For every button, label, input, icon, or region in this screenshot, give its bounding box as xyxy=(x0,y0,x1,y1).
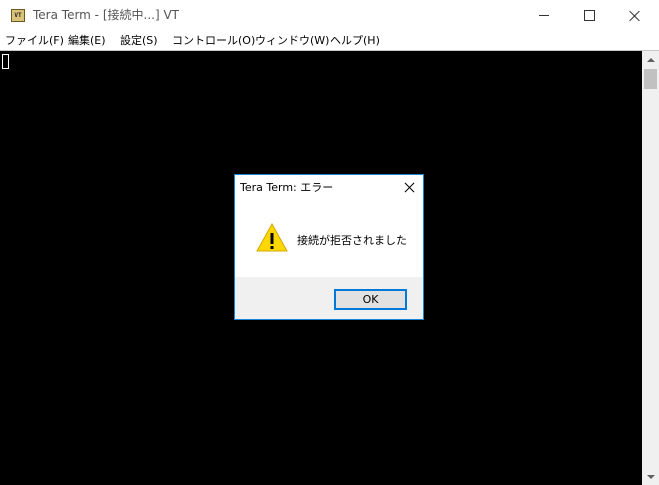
dialog-close-button[interactable] xyxy=(396,175,422,200)
menu-settings[interactable]: 設定(S) xyxy=(120,31,158,51)
scroll-thumb[interactable] xyxy=(644,69,657,89)
ok-button[interactable]: OK xyxy=(334,289,407,310)
menu-control[interactable]: コントロール(O) xyxy=(172,31,255,51)
dialog-message: 接続が拒否されました xyxy=(297,234,407,247)
close-window-button[interactable] xyxy=(612,0,658,31)
maximize-button[interactable] xyxy=(566,0,612,31)
vertical-scrollbar[interactable] xyxy=(642,51,659,485)
window-title: Tera Term - [接続中...] VT xyxy=(33,8,179,22)
scroll-down-button[interactable] xyxy=(642,468,659,485)
close-icon xyxy=(629,10,641,22)
arrow-up-icon xyxy=(646,57,655,62)
tera-term-window: VT Tera Term - [接続中...] VT ファイル(F) 編集(E)… xyxy=(0,0,659,485)
minimize-icon xyxy=(539,15,549,16)
maximize-icon xyxy=(583,10,595,21)
menu-bar: ファイル(F) 編集(E) 設定(S) コントロール(O) ウィンドウ(W) ヘ… xyxy=(0,31,659,51)
dialog-title: Tera Term: エラー xyxy=(240,181,334,194)
menu-edit[interactable]: 編集(E) xyxy=(68,31,106,51)
minimize-button[interactable] xyxy=(521,0,567,31)
menu-window[interactable]: ウィンドウ(W) xyxy=(255,31,329,51)
close-icon xyxy=(404,182,415,193)
dialog-footer: OK xyxy=(235,277,423,319)
warning-icon xyxy=(256,222,288,252)
menu-help[interactable]: ヘルプ(H) xyxy=(330,31,380,51)
menu-file[interactable]: ファイル(F) xyxy=(5,31,64,51)
error-dialog: Tera Term: エラー 接続が拒否されました OK xyxy=(234,174,424,320)
scroll-up-button[interactable] xyxy=(642,51,659,68)
arrow-down-icon xyxy=(646,474,655,479)
terminal-cursor xyxy=(2,54,9,69)
tera-term-app-icon[interactable]: VT xyxy=(11,9,25,22)
title-bar[interactable]: VT Tera Term - [接続中...] VT xyxy=(0,0,659,31)
